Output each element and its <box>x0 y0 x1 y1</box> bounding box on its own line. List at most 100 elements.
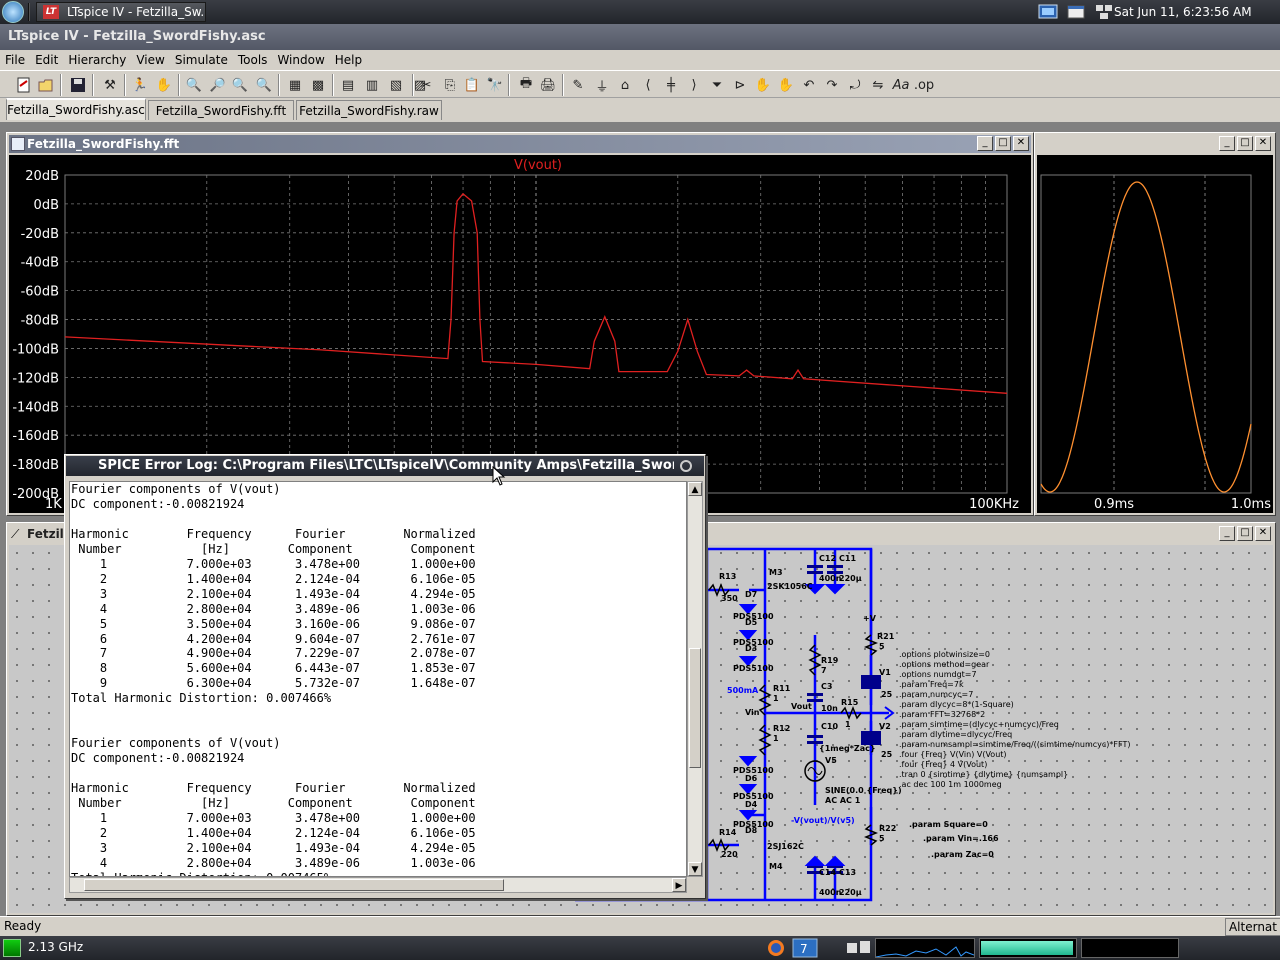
horizontal-scroll-thumb[interactable] <box>84 879 504 891</box>
redo-icon[interactable]: ↷ <box>822 75 842 95</box>
mirror-icon[interactable]: ⇋ <box>868 75 888 95</box>
tab-fft[interactable]: Fetzilla_SwordFishy.fft <box>148 100 294 120</box>
close-button[interactable]: ✕ <box>1255 526 1271 541</box>
spice-directive-line[interactable]: .tran 0 {simtime} {dlytime} {numsampl} <box>899 770 1068 779</box>
network-icon[interactable] <box>1094 3 1114 21</box>
tab-raw[interactable]: Fetzilla_SwordFishy.raw <box>296 100 442 120</box>
system-menu-icon[interactable] <box>2 1 24 23</box>
ground-icon[interactable]: ⏚ <box>592 75 612 95</box>
spice-directive-line[interactable]: .param Freq=7k <box>899 680 964 689</box>
resistor-icon[interactable]: ⟨ <box>638 75 658 95</box>
trace-label[interactable]: V(vout) <box>514 158 562 173</box>
halt-icon[interactable]: ✋ <box>154 75 174 95</box>
autorange-icon[interactable]: ▦ <box>285 75 305 95</box>
label-r14: R14 <box>719 828 737 837</box>
menu-file[interactable]: File <box>0 50 30 70</box>
maximize-button[interactable]: □ <box>1237 136 1253 151</box>
delete-trace-icon[interactable]: ▩ <box>308 75 328 95</box>
minimize-button[interactable]: _ <box>1219 136 1235 151</box>
fft-window-titlebar[interactable]: Fetzilla_SwordFishy.fft _ □ ✕ <box>9 135 1031 153</box>
draw-wire-icon[interactable]: ✎ <box>568 75 588 95</box>
spice-directive-line[interactable]: .param numsampl=simtime/Freq/((simtime/n… <box>899 740 1130 749</box>
rotate-icon[interactable]: ⤾ <box>845 75 865 95</box>
error-log-text[interactable]: Fourier components of V(vout) DC compone… <box>69 481 687 877</box>
minimize-button[interactable]: _ <box>977 136 993 151</box>
menu-help[interactable]: Help <box>330 50 367 70</box>
spice-directive-line[interactable]: .ac dec 100 1m 1000meg <box>899 780 1002 789</box>
control-panel-icon[interactable]: ⚒ <box>100 75 120 95</box>
error-log-titlebar[interactable]: SPICE Error Log: C:\Program Files\LTC\LT… <box>66 456 704 476</box>
cascade-icon[interactable]: ▧ <box>386 75 406 95</box>
open-icon[interactable] <box>36 75 56 95</box>
print-setup-icon[interactable]: 🖶 <box>516 75 536 95</box>
undo-icon[interactable]: ↶ <box>799 75 819 95</box>
transient-plot-pane[interactable]: 0.9ms 1.0ms <box>1037 155 1273 513</box>
spice-directive-line[interactable]: .param simtime=(dlycyc+numcyc)/Freq <box>899 720 1059 729</box>
zoom-fit-icon[interactable]: 🔍 <box>254 75 274 95</box>
drag-icon[interactable]: ✋ <box>776 75 796 95</box>
copy-icon[interactable]: ⎘ <box>440 75 460 95</box>
param-directive-line[interactable]: .param Zac=0 <box>931 850 994 859</box>
taskbar-button-ltspice[interactable]: LT LTspice IV - Fetzilla_Sw... <box>36 2 206 22</box>
menu-edit[interactable]: Edit <box>30 50 63 70</box>
label-c3: C3 <box>821 682 832 691</box>
scroll-right-arrow-icon[interactable]: ▶ <box>672 878 686 892</box>
zoom-out-icon[interactable]: 🔍 <box>230 75 250 95</box>
component-icon[interactable]: ⊳ <box>730 75 750 95</box>
diode-icon[interactable]: ⏷ <box>707 75 727 95</box>
close-button[interactable]: ✕ <box>1013 136 1029 151</box>
display-icon[interactable] <box>1038 3 1058 21</box>
label-net-icon[interactable]: ⌂ <box>615 75 635 95</box>
menu-view[interactable]: View <box>131 50 169 70</box>
scroll-down-arrow-icon[interactable]: ▼ <box>688 862 702 876</box>
spice-directive-line[interactable]: .options plotwinsize=0 <box>899 650 990 659</box>
menu-tools[interactable]: Tools <box>233 50 273 70</box>
window-list-icon[interactable] <box>1066 3 1086 21</box>
spice-directive-icon[interactable]: .op <box>914 75 934 95</box>
find-icon[interactable]: 🔭 <box>485 75 505 95</box>
maximize-button[interactable]: □ <box>995 136 1011 151</box>
label-r14-value: 220 <box>721 850 738 859</box>
spice-directive-line[interactable]: .param FFT=32768*2 <box>899 710 985 719</box>
spice-directive-line[interactable]: .options numdgt=7 <box>899 670 977 679</box>
menu-window[interactable]: Window <box>272 50 329 70</box>
param-directive-line[interactable]: .param Vin=.166 <box>923 834 999 843</box>
close-button[interactable]: ✕ <box>1255 136 1271 151</box>
paste-icon[interactable]: 📋 <box>462 75 482 95</box>
minimize-button[interactable]: _ <box>1219 526 1235 541</box>
text-icon[interactable]: Aa <box>891 75 911 95</box>
zoom-in-icon[interactable]: 🔍 <box>184 75 204 95</box>
close-circle-icon[interactable] <box>680 460 692 472</box>
horizontal-scrollbar[interactable]: ▶ <box>69 877 687 893</box>
show-desktop-icon[interactable] <box>846 939 872 957</box>
inductor-icon[interactable]: ⟩ <box>684 75 704 95</box>
vertical-scrollbar[interactable]: ▲ ▼ <box>687 481 703 877</box>
save-icon[interactable] <box>68 75 88 95</box>
maximize-button[interactable]: □ <box>1237 526 1253 541</box>
firefox-icon[interactable] <box>766 938 786 958</box>
workspace-switcher-icon[interactable]: 7 <box>792 938 818 958</box>
spice-directive-line[interactable]: .param dlycyc=8*(1-Square) <box>899 700 1014 709</box>
move-icon[interactable]: ✋ <box>753 75 773 95</box>
spice-directive-line[interactable]: .param dlytime=dlycyc/Freq <box>899 730 1012 739</box>
spice-directive-line[interactable]: .four {Freq} V(Vin) V(Vout) <box>899 750 1007 759</box>
menu-simulate[interactable]: Simulate <box>170 50 233 70</box>
transient-window-titlebar[interactable]: _ □ ✕ <box>1037 135 1273 153</box>
pan-icon[interactable]: 🔎 <box>208 75 228 95</box>
capacitor-icon[interactable]: ╪ <box>661 75 681 95</box>
panel-clock[interactable]: Sat Jun 11, 6:23:56 AM <box>1114 0 1252 24</box>
spice-directive-line[interactable]: .param numcyc=7 <box>899 690 973 699</box>
print-icon[interactable]: 🖨 <box>538 75 558 95</box>
tab-schematic[interactable]: Fetzilla_SwordFishy.asc <box>6 98 146 120</box>
scroll-up-arrow-icon[interactable]: ▲ <box>688 482 702 496</box>
run-icon[interactable]: 🏃 <box>130 75 150 95</box>
menu-hierarchy[interactable]: Hierarchy <box>63 50 131 70</box>
cut-icon[interactable]: ✂ <box>416 75 436 95</box>
spice-directive-line[interactable]: .four {Freq} 4 V(Vout) <box>899 760 987 769</box>
tile-horizontal-icon[interactable]: ▤ <box>338 75 358 95</box>
tile-vertical-icon[interactable]: ▥ <box>362 75 382 95</box>
new-schematic-icon[interactable] <box>14 75 34 95</box>
vertical-scroll-thumb[interactable] <box>689 648 701 768</box>
param-directive-line[interactable]: .param Square=0 <box>909 820 988 829</box>
spice-directive-line[interactable]: .options method=gear <box>899 660 990 669</box>
